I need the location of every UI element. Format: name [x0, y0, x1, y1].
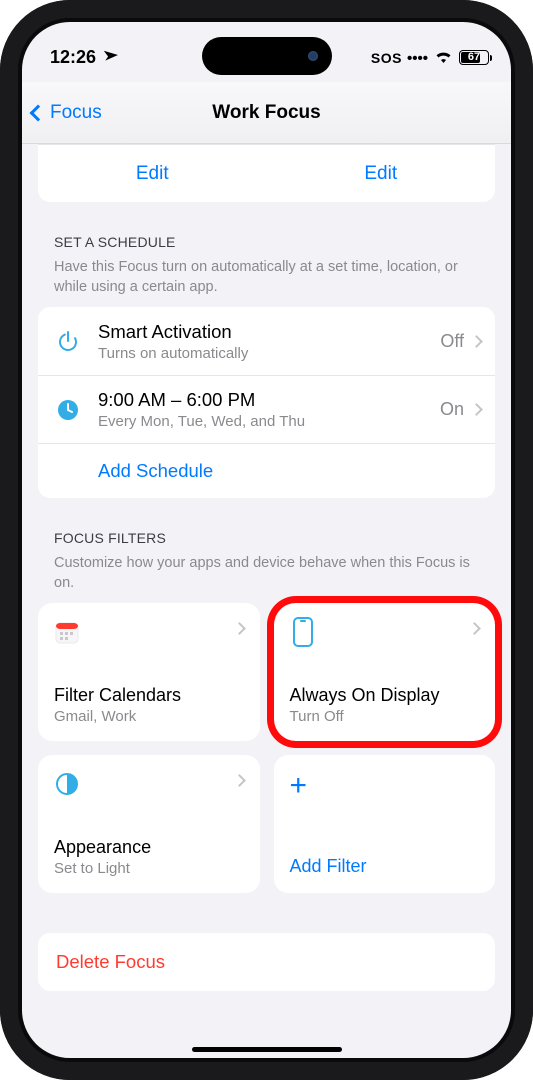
- wifi-icon: [434, 50, 453, 64]
- sos-indicator: SOS ••••: [371, 47, 428, 68]
- battery-indicator: 67: [459, 50, 489, 65]
- schedule-section: SET A SCHEDULE Have this Focus turn on a…: [38, 234, 495, 498]
- chevron-right-icon: [468, 622, 481, 635]
- content-scroll[interactable]: Edit Edit SET A SCHEDULE Have this Focus…: [18, 144, 515, 1062]
- edit-button-right[interactable]: Edit: [267, 145, 496, 202]
- chevron-right-icon: [470, 335, 483, 348]
- appearance-icon: [54, 771, 80, 797]
- add-schedule-button[interactable]: Add Schedule: [38, 444, 495, 498]
- chevron-right-icon: [233, 774, 246, 787]
- home-indicator[interactable]: [192, 1047, 342, 1052]
- filter-sub: Gmail, Work: [54, 708, 244, 725]
- always-on-display-card[interactable]: Always On Display Turn Off: [274, 603, 496, 741]
- filters-header: FOCUS FILTERS: [38, 530, 495, 554]
- row-title: Smart Activation: [98, 321, 440, 343]
- plus-icon: +: [290, 771, 308, 801]
- filters-desc: Customize how your apps and device behav…: [38, 554, 495, 603]
- chevron-right-icon: [233, 622, 246, 635]
- time-schedule-row[interactable]: 9:00 AM – 6:00 PM Every Mon, Tue, Wed, a…: [38, 375, 495, 443]
- filter-sub: Set to Light: [54, 860, 244, 877]
- row-value: On: [440, 399, 464, 420]
- edit-row: Edit Edit: [38, 144, 495, 202]
- back-button[interactable]: Focus: [32, 102, 102, 124]
- row-title: 9:00 AM – 6:00 PM: [98, 389, 440, 411]
- filter-calendars-card[interactable]: Filter Calendars Gmail, Work: [38, 603, 260, 741]
- row-sub: Turns on automatically: [98, 345, 440, 362]
- status-time: 12:26: [50, 47, 96, 68]
- schedule-header: SET A SCHEDULE: [38, 234, 495, 258]
- edit-button-left[interactable]: Edit: [38, 145, 267, 202]
- row-value: Off: [440, 331, 464, 352]
- dynamic-island: [202, 37, 332, 75]
- power-icon: [52, 329, 84, 353]
- filters-section: FOCUS FILTERS Customize how your apps an…: [38, 530, 495, 603]
- smart-activation-row[interactable]: Smart Activation Turns on automatically …: [38, 307, 495, 375]
- calendar-icon: [54, 619, 80, 645]
- page-title: Work Focus: [212, 102, 320, 124]
- chevron-left-icon: [30, 104, 47, 121]
- chevron-right-icon: [470, 403, 483, 416]
- filter-sub: Turn Off: [290, 708, 480, 725]
- back-label: Focus: [50, 102, 102, 124]
- phone-icon: [290, 619, 316, 645]
- add-filter-label: Add Filter: [290, 856, 480, 877]
- filter-title: Appearance: [54, 837, 244, 858]
- row-sub: Every Mon, Tue, Wed, and Thu: [98, 413, 440, 430]
- delete-focus-button[interactable]: Delete Focus: [38, 933, 495, 991]
- location-icon: [94, 44, 120, 70]
- nav-header: Focus Work Focus: [18, 82, 515, 144]
- filter-title: Filter Calendars: [54, 685, 244, 706]
- filter-title: Always On Display: [290, 685, 480, 706]
- clock-icon: [52, 399, 84, 421]
- appearance-card[interactable]: Appearance Set to Light: [38, 755, 260, 893]
- add-filter-card[interactable]: + Add Filter: [274, 755, 496, 893]
- schedule-desc: Have this Focus turn on automatically at…: [38, 258, 495, 307]
